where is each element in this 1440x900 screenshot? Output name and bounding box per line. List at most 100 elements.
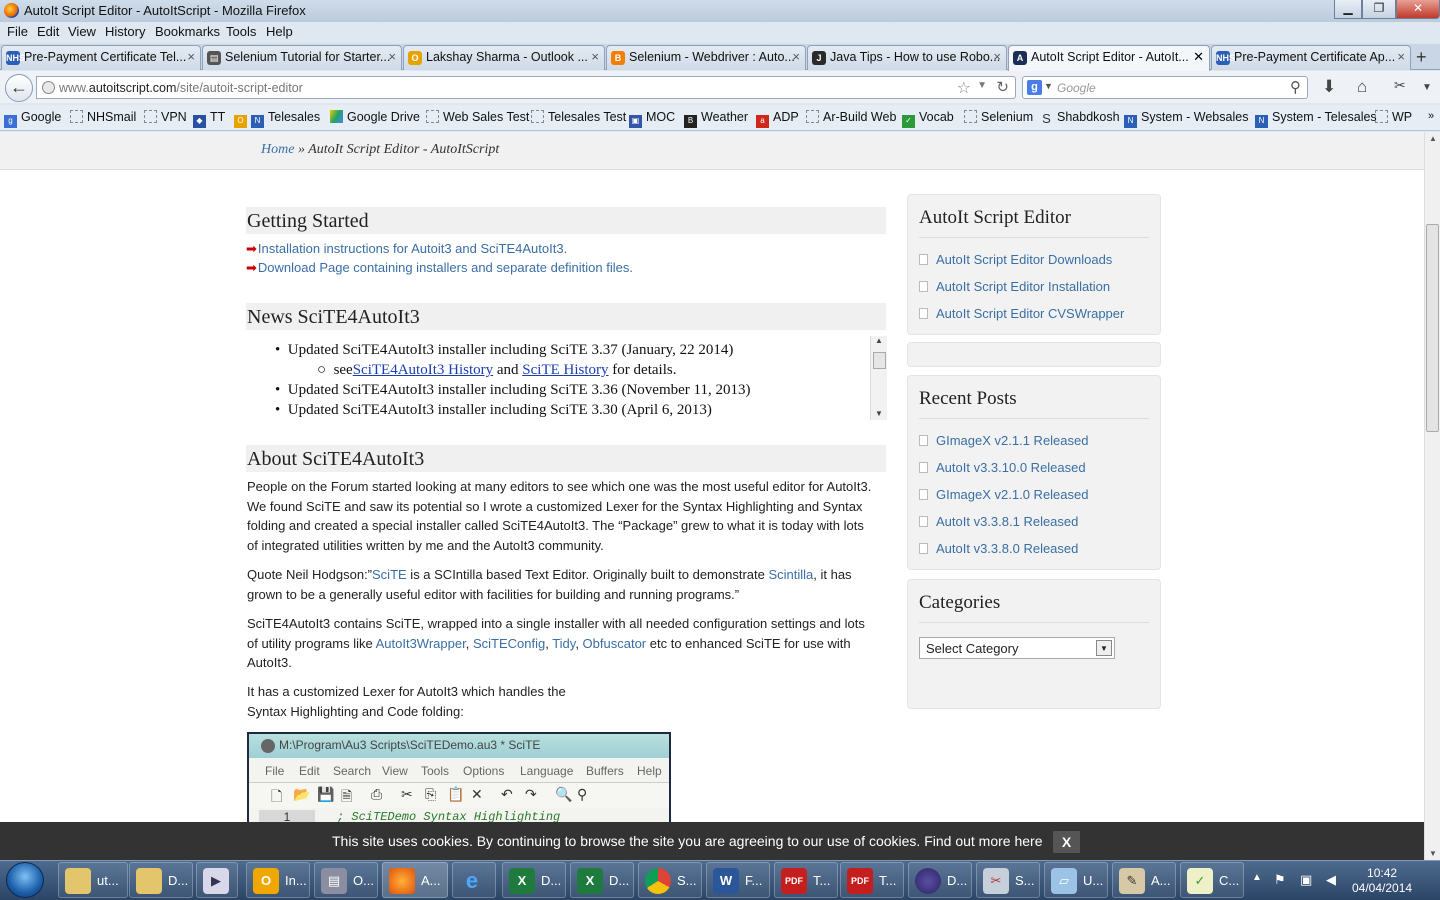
taskbar-item[interactable]: D... <box>908 862 972 898</box>
recent-post-link[interactable]: GImageX v2.1.1 Released <box>919 433 1088 448</box>
recent-post-link[interactable]: GImageX v2.1.0 Released <box>919 487 1088 502</box>
taskbar-item[interactable]: D... <box>129 862 193 898</box>
bookmark-selenium[interactable]: Selenium <box>964 110 1033 124</box>
cookie-close-button[interactable]: X <box>1053 831 1080 853</box>
bookmark-adp[interactable]: a ADP <box>756 110 799 128</box>
bookmark-ar-build-web[interactable]: Ar-Build Web <box>806 110 896 124</box>
bookmark-telesales-test[interactable]: Telesales Test <box>531 110 626 124</box>
close-icon[interactable]: × <box>591 49 599 64</box>
reload-icon[interactable]: ↻ <box>996 78 1009 96</box>
menu-file[interactable]: File <box>7 24 28 39</box>
bookmark-google[interactable]: g Google <box>4 110 61 128</box>
scroll-down-icon[interactable]: ▼ <box>1429 849 1437 858</box>
bookmarks-overflow-icon[interactable]: » <box>1428 110 1434 122</box>
menu-history[interactable]: History <box>105 24 145 39</box>
bookmark-weather[interactable]: B Weather <box>684 110 748 128</box>
tab-prepayment-tel[interactable]: NHS Pre-Payment Certificate Tel... × <box>1 45 201 70</box>
taskbar-item[interactable]: S... <box>638 862 702 898</box>
flag-icon[interactable]: ⚑ <box>1274 872 1286 888</box>
close-icon[interactable]: × <box>792 49 800 64</box>
taskbar-item[interactable]: ▶ <box>196 862 238 898</box>
download-icon[interactable]: ⬇ <box>1322 77 1336 97</box>
bookmark-wp[interactable]: WP <box>1375 110 1412 124</box>
menu-dropdown-icon[interactable]: ▼ <box>1422 82 1432 93</box>
scintilla-link[interactable]: Scintilla <box>768 567 813 582</box>
minimize-button[interactable]: ▁ <box>1334 0 1362 19</box>
editor-downloads-link[interactable]: AutoIt Script Editor Downloads <box>919 252 1112 267</box>
show-hidden-icons-icon[interactable]: ▲ <box>1252 872 1262 883</box>
menu-help[interactable]: Help <box>266 24 293 39</box>
obfuscator-link[interactable]: Obfuscator <box>583 636 647 651</box>
breadcrumb-home-link[interactable]: Home <box>261 142 294 157</box>
taskbar-item[interactable]: ut... <box>58 862 128 898</box>
bookmark-google-drive[interactable]: Google Drive <box>330 110 420 124</box>
addon-icon[interactable]: ✂ <box>1394 77 1406 94</box>
tab-selenium-tutorial[interactable]: ▤ Selenium Tutorial for Starter... × <box>202 45 402 70</box>
bookmark-web-sales-test[interactable]: Web Sales Test <box>426 110 529 124</box>
close-icon[interactable]: × <box>388 49 396 64</box>
taskbar-item[interactable]: PDF T... <box>840 862 904 898</box>
scite-history-link[interactable]: SciTE History <box>522 362 608 378</box>
bookmark-vpn[interactable]: VPN <box>144 110 187 124</box>
menu-edit[interactable]: Edit <box>37 24 59 39</box>
close-window-button[interactable]: ✕ <box>1396 0 1440 19</box>
tab-prepayment-ap[interactable]: NHS Pre-Payment Certificate Ap... × <box>1211 45 1411 70</box>
tab-autoit-script-editor[interactable]: A AutoIt Script Editor - AutoIt... ✕ <box>1008 45 1210 71</box>
scroll-up-icon[interactable]: ▲ <box>1429 134 1437 143</box>
menu-view[interactable]: View <box>68 24 96 39</box>
scroll-down-icon[interactable]: ▼ <box>875 409 883 418</box>
bookmark-system-websales[interactable]: N System - Websales <box>1124 110 1248 128</box>
search-icon[interactable]: ⚲ <box>1290 78 1301 96</box>
search-bar[interactable]: g ▼ Google ⚲ <box>1022 76 1308 99</box>
network-icon[interactable]: ▣ <box>1300 872 1312 888</box>
taskbar-item[interactable]: W F... <box>706 862 770 898</box>
tab-selenium-webdriver[interactable]: B Selenium - Webdriver : Auto... × <box>606 45 806 70</box>
google-icon[interactable]: g <box>1027 80 1042 95</box>
taskbar-item[interactable]: ▤ O... <box>314 862 378 898</box>
installation-link[interactable]: ➡Installation instructions for Autoit3 a… <box>246 241 567 257</box>
bookmark-telesales[interactable]: O N Telesales <box>234 110 320 128</box>
taskbar-item[interactable]: e <box>452 862 496 898</box>
chevron-down-icon[interactable]: ▼ <box>1096 640 1112 656</box>
url-bar[interactable]: www.autoitscript.com/site/autoit-script-… <box>36 76 1016 99</box>
scite-link[interactable]: SciTE <box>372 567 407 582</box>
taskbar-item[interactable]: ✎ A... <box>1112 862 1176 898</box>
download-page-link[interactable]: ➡Download Page containing installers and… <box>246 260 633 276</box>
autoit3wrapper-link[interactable]: AutoIt3Wrapper <box>376 636 466 651</box>
bookmark-star-icon[interactable]: ☆ <box>957 78 971 98</box>
taskbar-item[interactable]: ▱ U... <box>1044 862 1108 898</box>
close-icon[interactable]: ✕ <box>1193 49 1204 65</box>
taskbar-item[interactable]: X D... <box>570 862 634 898</box>
back-button[interactable]: ← <box>5 74 33 102</box>
bookmark-moc[interactable]: ▣ MOC <box>629 110 675 128</box>
recent-post-link[interactable]: AutoIt v3.3.8.1 Released <box>919 514 1078 529</box>
scroll-up-icon[interactable]: ▲ <box>875 336 883 345</box>
page-scrollbar[interactable]: ▲ ▼ <box>1424 132 1440 860</box>
menu-bookmarks[interactable]: Bookmarks <box>155 24 220 39</box>
taskbar-item[interactable]: ✂ S... <box>976 862 1040 898</box>
news-scroll-box[interactable]: • Updated SciTE4AutoIt3 installer includ… <box>247 336 887 422</box>
new-tab-button[interactable]: + <box>1416 47 1427 68</box>
close-icon[interactable]: × <box>187 49 195 64</box>
taskbar-item[interactable]: PDF T... <box>774 862 838 898</box>
tidy-link[interactable]: Tidy <box>552 636 575 651</box>
scroll-thumb[interactable] <box>873 352 886 369</box>
scite4autoit3-history-link[interactable]: SciTE4AutoIt3 History <box>353 362 493 378</box>
menu-tools[interactable]: Tools <box>226 24 256 39</box>
tab-java-tips[interactable]: J Java Tips - How to use Robo... × <box>807 45 1007 70</box>
sciteconfig-link[interactable]: SciTEConfig <box>473 636 545 651</box>
taskbar-item[interactable]: ✓ C... <box>1180 862 1244 898</box>
category-select[interactable]: Select Category ▼ <box>919 637 1115 659</box>
maximize-button[interactable]: ❐ <box>1362 0 1396 19</box>
bookmark-tt[interactable]: ◆ TT <box>193 110 225 128</box>
scroll-thumb[interactable] <box>1426 224 1439 432</box>
editor-installation-link[interactable]: AutoIt Script Editor Installation <box>919 279 1110 294</box>
volume-icon[interactable]: ◀ <box>1326 872 1336 888</box>
taskbar-item-active[interactable]: A... <box>382 862 448 898</box>
recent-post-link[interactable]: AutoIt v3.3.10.0 Released <box>919 460 1086 475</box>
editor-cvswrapper-link[interactable]: AutoIt Script Editor CVSWrapper <box>919 306 1124 321</box>
home-icon[interactable]: ⌂ <box>1357 77 1367 97</box>
recent-post-link[interactable]: AutoIt v3.3.8.0 Released <box>919 541 1078 556</box>
bookmark-vocab[interactable]: ✓ Vocab <box>902 110 954 128</box>
bookmark-shabdkosh[interactable]: S Shabdkosh <box>1040 110 1119 126</box>
